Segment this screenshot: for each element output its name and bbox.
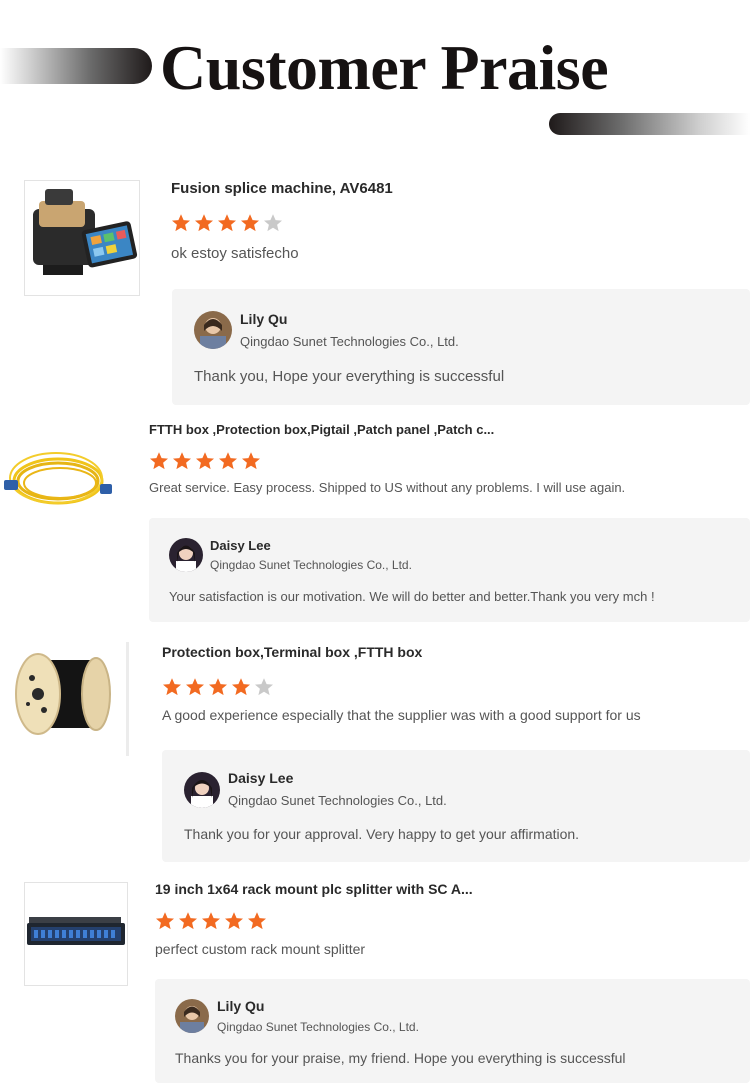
avatar: [184, 772, 220, 808]
header-decor-bar-left: [0, 48, 152, 84]
divider: [126, 642, 129, 756]
star-filled-icon: [194, 213, 214, 233]
star-empty-icon: [254, 677, 274, 697]
patch-cord-image[interactable]: [0, 428, 112, 528]
star-filled-icon: [224, 911, 244, 931]
cable-reel-image[interactable]: [8, 642, 118, 752]
star-filled-icon: [240, 213, 260, 233]
reply-text: Thanks you for your praise, my friend. H…: [175, 1050, 626, 1066]
star-filled-icon: [185, 677, 205, 697]
reply-author-name: Daisy Lee: [228, 770, 294, 786]
star-empty-icon: [263, 213, 283, 233]
rating-stars: [162, 677, 277, 697]
seller-reply: Lily Qu Qingdao Sunet Technologies Co., …: [172, 289, 750, 405]
star-filled-icon: [208, 677, 228, 697]
reply-text: Thank you, Hope your everything is succe…: [194, 368, 505, 385]
reply-company: Qingdao Sunet Technologies Co., Ltd.: [228, 793, 447, 808]
seller-reply: Daisy Lee Qingdao Sunet Technologies Co.…: [162, 750, 750, 862]
reply-author-name: Daisy Lee: [210, 538, 271, 553]
header-decor-bar-right: [549, 113, 750, 135]
star-filled-icon: [155, 911, 175, 931]
review-comment: ok estoy satisfecho: [171, 245, 299, 262]
product-title[interactable]: FTTH box ,Protection box,Pigtail ,Patch …: [149, 422, 494, 437]
star-filled-icon: [231, 677, 251, 697]
fusion-splicer-image[interactable]: [24, 180, 140, 296]
star-filled-icon: [241, 451, 261, 471]
reply-author-name: Lily Qu: [217, 998, 265, 1014]
avatar: [194, 311, 232, 349]
rack-splitter-image[interactable]: [24, 882, 128, 986]
rating-stars: [155, 911, 270, 931]
avatar: [175, 999, 209, 1033]
star-filled-icon: [247, 911, 267, 931]
page-title: Customer Praise: [160, 32, 609, 103]
rating-stars: [149, 451, 264, 471]
reply-author-name: Lily Qu: [240, 311, 288, 327]
product-title[interactable]: Fusion splice machine, AV6481: [171, 180, 393, 197]
reply-text: Thank you for your approval. Very happy …: [184, 826, 580, 842]
reply-company: Qingdao Sunet Technologies Co., Ltd.: [210, 558, 412, 572]
star-filled-icon: [195, 451, 215, 471]
seller-reply: Lily Qu Qingdao Sunet Technologies Co., …: [155, 979, 750, 1083]
star-filled-icon: [171, 213, 191, 233]
rating-stars: [171, 213, 286, 233]
star-filled-icon: [172, 451, 192, 471]
product-title[interactable]: 19 inch 1x64 rack mount plc splitter wit…: [155, 881, 473, 897]
reply-text: Your satisfaction is our motivation. We …: [169, 589, 655, 604]
star-filled-icon: [162, 677, 182, 697]
product-title[interactable]: Protection box,Terminal box ,FTTH box: [162, 644, 422, 660]
star-filled-icon: [201, 911, 221, 931]
reply-company: Qingdao Sunet Technologies Co., Ltd.: [217, 1020, 419, 1034]
seller-reply: Daisy Lee Qingdao Sunet Technologies Co.…: [149, 518, 750, 622]
star-filled-icon: [218, 451, 238, 471]
reply-company: Qingdao Sunet Technologies Co., Ltd.: [240, 334, 459, 349]
star-filled-icon: [149, 451, 169, 471]
review-comment: A good experience especially that the su…: [162, 707, 641, 723]
review-comment: Great service. Easy process. Shipped to …: [149, 480, 626, 495]
review-comment: perfect custom rack mount splitter: [155, 941, 366, 957]
star-filled-icon: [178, 911, 198, 931]
star-filled-icon: [217, 213, 237, 233]
avatar: [169, 538, 203, 572]
